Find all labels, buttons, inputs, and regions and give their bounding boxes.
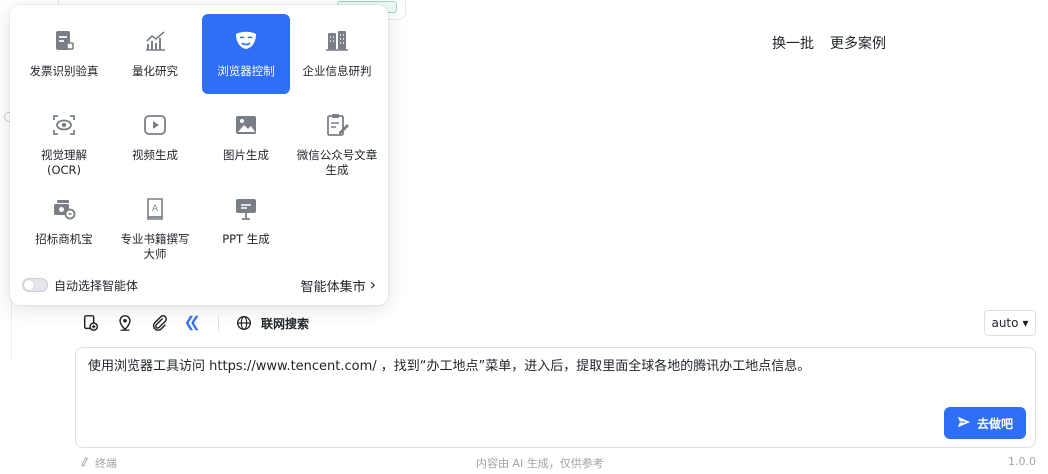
presentation-icon — [231, 194, 261, 224]
agent-tile[interactable]: 视觉理解 (OCR) — [20, 98, 108, 178]
version-label: 1.0.0 — [1008, 455, 1036, 468]
main-area: 换一批 更多案例 发票识别验真 量化研究 浏览器控制 企业信息研判视觉理解 (OCR)… — [0, 0, 1048, 474]
agent-tile-label: 视频生成 — [132, 148, 178, 162]
agent-market-label: 智能体集市 — [300, 279, 366, 295]
agent-selector-popup: 发票识别验真 量化研究 浏览器控制 企业信息研判视觉理解 (OCR) 视频生成 图片生成 微… — [10, 5, 388, 305]
agent-tile[interactable]: 浏览器控制 — [202, 14, 290, 94]
model-select[interactable]: auto ▾ — [984, 310, 1036, 336]
agent-tile-label: PPT 生成 — [222, 232, 270, 246]
ai-disclaimer: 内容由 AI 生成，仅供参考 — [476, 457, 604, 470]
svg-text:A: A — [152, 203, 158, 213]
agent-tile-label: 招标商机宝 — [35, 232, 93, 246]
popup-footer: 自动选择智能体 智能体集市 › — [22, 273, 376, 297]
prompt-input[interactable]: 使用浏览器工具访问 https://www.tencent.com/ ，找到“办… — [88, 358, 1023, 376]
model-select-value: auto — [991, 316, 1019, 330]
go-button-label: 去做吧 — [976, 416, 1013, 431]
agent-grid: 发票识别验真 量化研究 浏览器控制 企业信息研判视觉理解 (OCR) 视频生成 图片生成 微… — [20, 14, 380, 262]
agent-tile[interactable]: 量化研究 — [111, 14, 199, 94]
refresh-cases-button[interactable]: 换一批 — [772, 33, 814, 53]
footer-bar: 终端 内容由 AI 生成，仅供参考 1.0.0 — [0, 452, 1048, 474]
terminal-label: 终端 — [95, 457, 117, 470]
chevron-right-icon: › — [369, 275, 376, 294]
agent-tile[interactable]: 图片生成 — [202, 98, 290, 178]
send-icon — [957, 415, 971, 432]
input-toolbar: 联网搜索 — [80, 311, 309, 335]
agent-tile-label: 视觉理解 (OCR) — [41, 148, 87, 177]
scan-eye-icon — [49, 110, 79, 140]
agent-tile[interactable]: 发票识别验真 — [20, 14, 108, 94]
agent-tile[interactable]: 微信公众号文章 生成 — [293, 98, 381, 178]
auto-select-agent[interactable]: 自动选择智能体 — [22, 277, 138, 294]
terminal-toggle[interactable]: 终端 — [80, 455, 117, 471]
more-cases-button[interactable]: 更多案例 — [830, 33, 886, 53]
case-actions: 换一批 更多案例 — [772, 33, 886, 53]
auto-select-label: 自动选择智能体 — [54, 278, 139, 293]
agent-tile-label: 专业书籍撰写 大师 — [120, 232, 190, 261]
location-icon[interactable] — [114, 312, 136, 334]
chevron-down-icon: ▾ — [1022, 316, 1029, 330]
chart-trend-icon — [140, 26, 170, 56]
mask-icon — [231, 26, 261, 56]
toolbar-divider — [218, 315, 219, 331]
agent-tile[interactable]: 招标商机宝 — [20, 182, 108, 262]
prompt-input-box[interactable]: 使用浏览器工具访问 https://www.tencent.com/ ，找到“办… — [75, 347, 1036, 448]
agent-market-link[interactable]: 智能体集市 › — [301, 276, 376, 295]
agent-tile-label: 发票识别验真 — [29, 64, 99, 78]
agent-mode-icon[interactable] — [182, 312, 204, 334]
go-button[interactable]: 去做吧 — [944, 407, 1026, 439]
agent-tile-label: 量化研究 — [132, 64, 178, 78]
auto-select-toggle[interactable] — [22, 278, 48, 292]
money-icon — [49, 194, 79, 224]
web-search-label: 联网搜索 — [261, 316, 310, 331]
book-icon: A — [140, 194, 170, 224]
agent-tile-label: 浏览器控制 — [217, 64, 275, 78]
agent-tile[interactable]: A 专业书籍撰写 大师 — [111, 182, 199, 262]
agent-tile-label: 企业信息研判 — [302, 64, 372, 78]
globe-icon — [233, 312, 255, 334]
terminal-icon — [80, 456, 91, 470]
invoice-icon — [49, 26, 79, 56]
agent-tile-label: 微信公众号文章 生成 — [296, 148, 378, 177]
attachment-icon[interactable] — [148, 312, 170, 334]
web-search-toggle[interactable]: 联网搜索 — [233, 312, 309, 334]
agent-tile[interactable]: PPT 生成 — [202, 182, 290, 262]
buildings-icon — [322, 26, 352, 56]
image-icon — [231, 110, 261, 140]
agent-tile[interactable]: 企业信息研判 — [293, 14, 381, 94]
edit-document-icon — [322, 110, 352, 140]
add-file-icon[interactable] — [80, 312, 102, 334]
agent-tile-label: 图片生成 — [223, 148, 269, 162]
video-icon — [140, 110, 170, 140]
agent-tile[interactable]: 视频生成 — [111, 98, 199, 178]
